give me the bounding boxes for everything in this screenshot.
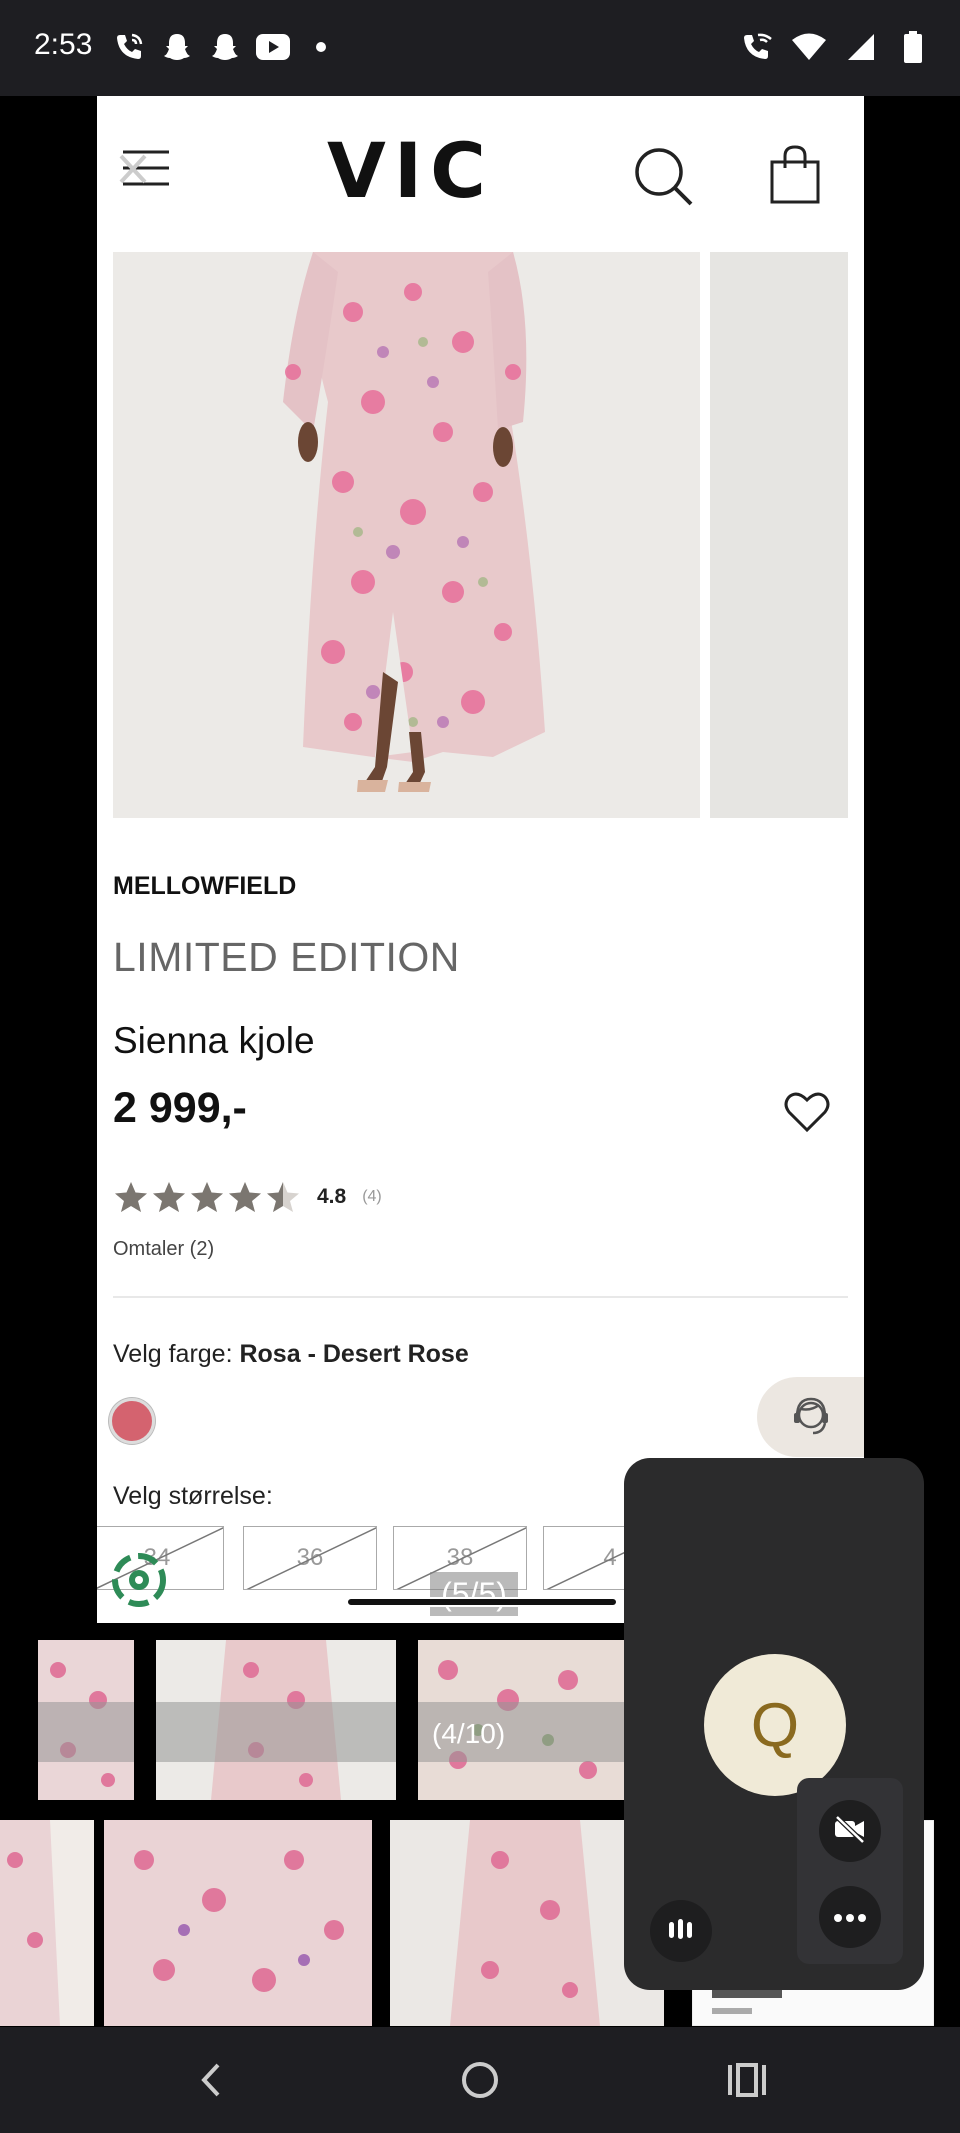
size-option-36[interactable]: 36 [243, 1526, 377, 1590]
product-image[interactable] [113, 252, 700, 818]
rating-value: 4.8 [317, 1185, 347, 1208]
thumbnail-image[interactable] [0, 1820, 94, 2026]
call-controls [797, 1778, 903, 1964]
floating-call-overlay[interactable]: Q [624, 1458, 924, 1990]
star-icon [115, 1182, 147, 1212]
wifi-icon [792, 30, 826, 64]
recycle-badge-icon[interactable] [111, 1552, 167, 1608]
star-icon [191, 1182, 223, 1212]
home-icon[interactable] [457, 2057, 503, 2103]
caller-avatar[interactable]: Q [704, 1654, 846, 1796]
phone-wifi-icon [112, 30, 146, 64]
snapchat-icon [160, 30, 194, 64]
video-off-icon [833, 1815, 867, 1847]
signal-icon [844, 30, 878, 64]
star-icon [229, 1182, 261, 1212]
more-options-button[interactable] [819, 1886, 881, 1948]
rating-stars [113, 1180, 301, 1214]
battery-icon [896, 30, 930, 64]
thumbnail-image[interactable] [38, 1640, 134, 1800]
shopping-bag-icon[interactable] [769, 144, 821, 204]
product-price: 2 999,- [113, 1084, 247, 1132]
site-header: VIC [97, 96, 864, 248]
more-options-icon [833, 1908, 867, 1927]
status-time: 2:53 [34, 28, 93, 61]
thumbnail-pager: (4/10) [432, 1718, 506, 1749]
color-value: Rosa - Desert Rose [239, 1340, 469, 1368]
thumbnail-image[interactable] [390, 1820, 664, 2026]
navigation-bar [0, 2027, 960, 2133]
video-off-button[interactable] [819, 1800, 881, 1862]
star-icon [153, 1182, 185, 1212]
audio-button[interactable] [650, 1900, 712, 1962]
youtube-icon [256, 30, 290, 64]
reviews-link[interactable]: Omtaler (2) [113, 1238, 214, 1261]
snapchat-icon [208, 30, 242, 64]
site-logo[interactable]: VIC [327, 126, 494, 215]
color-label: Velg farge: [113, 1340, 240, 1368]
back-icon[interactable] [190, 2057, 236, 2103]
recents-icon[interactable] [724, 2057, 770, 2103]
thumbnail-image[interactable] [104, 1820, 372, 2026]
size-selector-label: Velg størrelse: [113, 1482, 273, 1510]
status-bar: 2:53 [0, 0, 960, 96]
search-icon[interactable] [633, 146, 695, 208]
rating-row[interactable]: 4.8 (4) [113, 1180, 382, 1214]
customer-service-button[interactable] [757, 1377, 864, 1457]
color-swatch[interactable] [109, 1398, 155, 1444]
rating-count: (4) [362, 1188, 382, 1205]
divider [113, 1296, 848, 1298]
product-webpage: VIC MELLOWFIELD LIMITED EDITION Sienna k… [97, 96, 864, 1623]
audio-bars-icon [666, 1916, 696, 1946]
hamburger-menu-icon[interactable] [119, 148, 173, 188]
color-selector-label: Velg farge: Rosa - Desert Rose [113, 1340, 469, 1369]
video-progress-bar[interactable] [346, 1597, 618, 1607]
image-pager: (5/5) [430, 1572, 518, 1616]
next-product-image[interactable] [710, 252, 848, 818]
brand-name[interactable]: MELLOWFIELD [113, 872, 296, 901]
star-icon [267, 1182, 299, 1212]
dot-icon [304, 30, 338, 64]
product-name: Sienna kjole [113, 1020, 315, 1061]
wishlist-heart-icon[interactable] [783, 1090, 831, 1134]
support-agent-icon [789, 1395, 833, 1439]
phone-screen: 2:53 VIC MELLOWFIELD LIMITED EDITION Sie… [0, 0, 960, 2133]
thumbnail-image[interactable] [156, 1640, 396, 1800]
wifi-calling-icon [740, 30, 774, 64]
edition-label: LIMITED EDITION [113, 934, 460, 980]
